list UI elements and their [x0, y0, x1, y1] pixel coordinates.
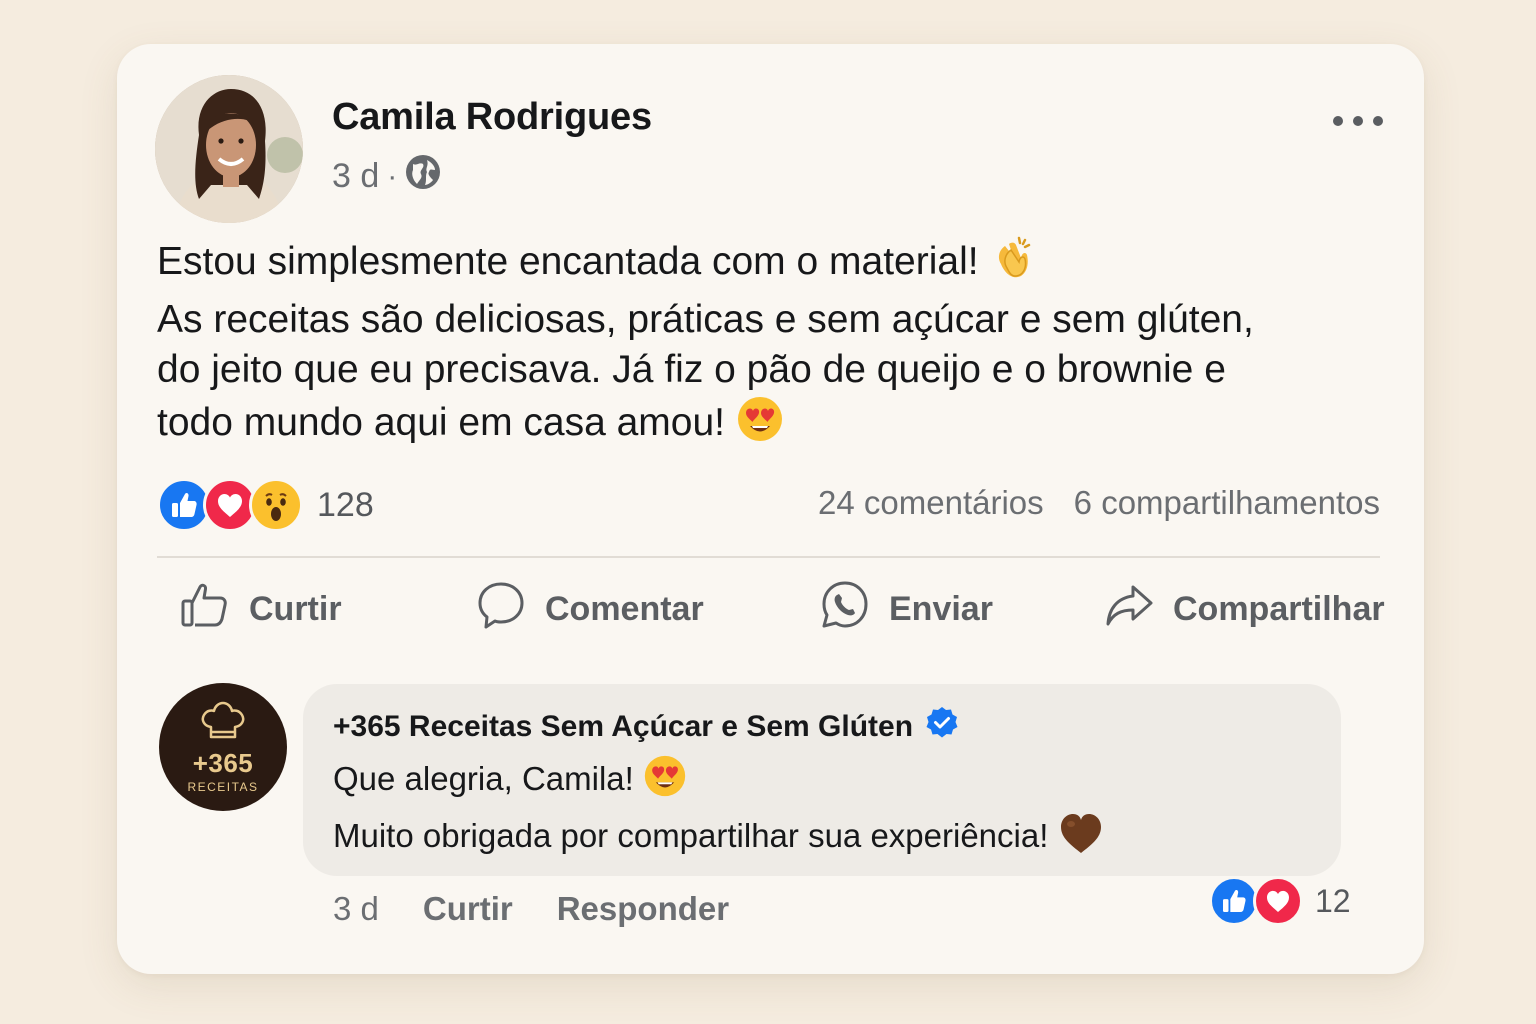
comments-count-link[interactable]: 24 comentários	[818, 484, 1044, 522]
globe-icon[interactable]	[405, 154, 441, 199]
share-arrow-icon	[1103, 579, 1155, 640]
action-bar: Curtir Comentar Enviar Compartilhar	[157, 574, 1385, 644]
heart-eyes-emoji-icon	[643, 754, 687, 811]
post-line: Estou simplesmente encantada com o mater…	[157, 234, 1357, 295]
whatsapp-icon	[819, 579, 871, 640]
more-options-button[interactable]	[1333, 106, 1383, 136]
commenter-name-row: +365 Receitas Sem Açúcar e Sem Glúten	[333, 706, 959, 748]
post-line: todo mundo aqui em casa amou!	[157, 395, 1357, 456]
like-reaction-icon	[1209, 876, 1259, 926]
comment-time[interactable]: 3 d	[333, 890, 379, 928]
post-text: Estou simplesmente encantada com o mater…	[157, 234, 1357, 456]
author-avatar[interactable]	[155, 75, 303, 223]
clapping-hands-emoji-icon	[989, 234, 1037, 295]
divider	[157, 556, 1380, 558]
verified-badge-icon	[925, 706, 959, 748]
comment-bubble-icon	[475, 579, 527, 640]
comment-like-link[interactable]: Curtir	[423, 890, 513, 928]
heart-eyes-emoji-icon	[736, 395, 784, 456]
author-name[interactable]: Camila Rodrigues	[332, 96, 652, 139]
post-meta: 3 d ·	[332, 154, 441, 199]
post-line: do jeito que eu precisava. Já fiz o pão …	[157, 348, 1226, 391]
comment-footer: 3 d Curtir Responder	[333, 890, 773, 928]
comment-bubble: +365 Receitas Sem Açúcar e Sem Glúten Qu…	[303, 684, 1341, 876]
post-card: Camila Rodrigues 3 d · Estou simplesment…	[117, 44, 1424, 974]
send-button[interactable]: Enviar	[819, 574, 993, 644]
more-dot	[1353, 116, 1363, 126]
love-reaction-icon	[1253, 876, 1303, 926]
wow-reaction-icon	[249, 478, 303, 532]
share-button[interactable]: Compartilhar	[1103, 574, 1385, 644]
meta-separator: ·	[387, 159, 398, 193]
like-label: Curtir	[249, 589, 342, 628]
comment-text: Que alegria, Camila! Muito obrigada por …	[333, 754, 1104, 868]
comment-line: Que alegria, Camila!	[333, 754, 1104, 811]
comment-reply-link[interactable]: Responder	[557, 890, 729, 928]
post-reactions[interactable]: 128	[157, 477, 374, 533]
more-dot	[1333, 116, 1343, 126]
comment-reactions[interactable]: 12	[1209, 876, 1351, 926]
comment-reactions-count: 12	[1315, 882, 1351, 919]
send-label: Enviar	[889, 589, 993, 628]
brown-heart-emoji-icon	[1058, 811, 1104, 868]
share-label: Compartilhar	[1173, 589, 1385, 628]
avatar-number: +365	[192, 747, 254, 778]
reactions-count: 128	[317, 485, 374, 524]
thumbs-up-icon	[179, 579, 231, 640]
post-time[interactable]: 3 d	[332, 157, 379, 196]
shares-count-link[interactable]: 6 compartilhamentos	[1074, 484, 1380, 522]
comment-line: Muito obrigada por compartilhar sua expe…	[333, 811, 1104, 868]
commenter-name[interactable]: +365 Receitas Sem Açúcar e Sem Glúten	[333, 710, 913, 744]
commenter-avatar[interactable]: +365 RECEITAS	[159, 683, 287, 811]
more-dot	[1373, 116, 1383, 126]
post-line: As receitas são deliciosas, práticas e s…	[157, 298, 1254, 341]
post-stats: 24 comentários 6 compartilhamentos	[818, 484, 1380, 522]
avatar-subtitle: RECEITAS	[187, 779, 259, 794]
comment-label: Comentar	[545, 589, 704, 628]
chef-hat-icon	[198, 701, 248, 750]
like-button[interactable]: Curtir	[179, 574, 342, 644]
comment-button[interactable]: Comentar	[475, 574, 704, 644]
